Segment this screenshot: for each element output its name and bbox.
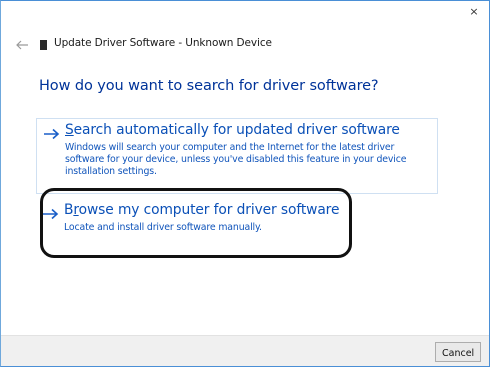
- accelerator-key: S: [65, 122, 74, 138]
- close-button[interactable]: ×: [459, 1, 489, 23]
- driver-device-icon: [40, 40, 47, 50]
- back-arrow-icon[interactable]: [15, 39, 29, 51]
- option-title-text: earch automatically for updated driver s…: [73, 122, 400, 138]
- cancel-button[interactable]: Cancel: [435, 342, 481, 362]
- search-automatically-description: Windows will search your computer and th…: [65, 142, 407, 177]
- close-icon: ×: [469, 5, 479, 18]
- search-automatically-option[interactable]: Search automatically for updated driver …: [36, 118, 438, 194]
- update-driver-dialog: × Update Driver Software - Unknown Devic…: [0, 0, 490, 367]
- right-arrow-icon: [44, 128, 60, 140]
- page-heading: How do you want to search for driver sof…: [39, 78, 379, 94]
- dialog-footer: Cancel: [1, 335, 489, 366]
- dialog-title: Update Driver Software - Unknown Device: [54, 37, 272, 49]
- search-automatically-title: Search automatically for updated driver …: [65, 122, 400, 138]
- highlight-annotation: [40, 188, 352, 258]
